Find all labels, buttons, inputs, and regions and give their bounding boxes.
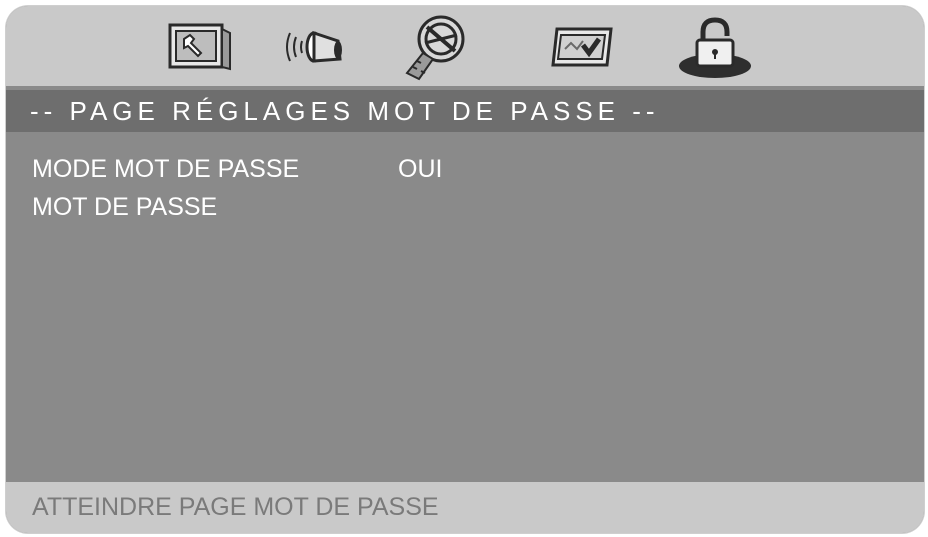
status-bar: ATTEINDRE PAGE MOT DE PASSE bbox=[6, 482, 924, 533]
setting-label: MOT DE PASSE bbox=[32, 192, 218, 221]
page-title-bar: -- PAGE RÉGLAGES MOT DE PASSE -- bbox=[6, 90, 924, 132]
status-text: ATTEINDRE PAGE MOT DE PASSE bbox=[32, 493, 439, 521]
tab-audio-setup[interactable] bbox=[272, 12, 362, 82]
setting-row-password[interactable]: MOT DE PASSE bbox=[32, 190, 892, 224]
osd-menu: -- PAGE RÉGLAGES MOT DE PASSE -- MODE MO… bbox=[6, 6, 924, 533]
padlock-icon bbox=[675, 14, 755, 80]
tab-bar bbox=[6, 6, 924, 86]
checkmark-panel-icon bbox=[547, 19, 619, 75]
tab-video-setup[interactable] bbox=[398, 12, 488, 82]
setting-label: MODE MOT DE PASSE bbox=[32, 154, 300, 183]
tab-general-setup[interactable] bbox=[156, 12, 246, 82]
tab-preference-setup[interactable] bbox=[538, 12, 628, 82]
wrench-monitor-icon bbox=[166, 19, 236, 75]
speaker-icon bbox=[282, 19, 352, 75]
page-title: -- PAGE RÉGLAGES MOT DE PASSE -- bbox=[30, 95, 660, 126]
tab-password-setup[interactable] bbox=[670, 12, 760, 82]
settings-list: MODE MOT DE PASSE OUI MOT DE PASSE bbox=[6, 132, 924, 482]
setting-value: OUI bbox=[398, 154, 443, 183]
setting-row-password-mode[interactable]: MODE MOT DE PASSE OUI bbox=[32, 152, 892, 186]
film-reel-icon bbox=[405, 13, 481, 81]
